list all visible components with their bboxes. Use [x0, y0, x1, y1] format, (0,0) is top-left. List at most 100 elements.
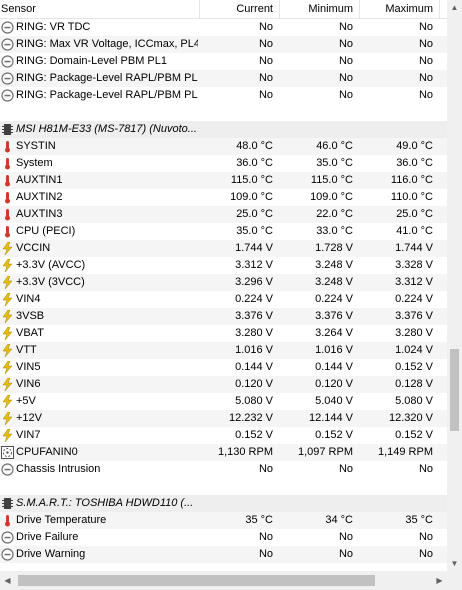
minimum-value: 22.0 °C: [316, 208, 353, 220]
sensor-row[interactable]: AUXTIN3 25.0 °C 22.0 °C 25.0 °C: [0, 206, 447, 223]
maximum-value: No: [418, 463, 433, 475]
horizontal-scrollbar[interactable]: ◀ ▶: [0, 571, 447, 590]
lightning-icon: [1, 292, 14, 307]
circle-minus-icon: [1, 531, 14, 544]
minimum-value: No: [338, 548, 353, 560]
sensor-row[interactable]: VCCIN 1.744 V 1.728 V 1.744 V: [0, 240, 447, 257]
sensor-row[interactable]: +5V 5.080 V 5.040 V 5.080 V: [0, 393, 447, 410]
maximum-value: 110.0 °C: [390, 191, 433, 203]
scroll-right-arrow-icon[interactable]: ▶: [432, 573, 447, 588]
fan-icon: [1, 446, 14, 459]
sensor-label: 3VSB: [16, 310, 45, 322]
lightning-icon: [1, 428, 14, 443]
sensor-row[interactable]: +3.3V (AVCC) 3.312 V 3.248 V 3.328 V: [0, 257, 447, 274]
sensor-label: CPUFANIN0: [16, 446, 78, 458]
header-current[interactable]: Current: [200, 0, 273, 18]
sensor-row[interactable]: Drive Failure No No No: [0, 529, 447, 546]
current-value: No: [258, 21, 273, 33]
sensor-row[interactable]: Drive Temperature 35 °C 34 °C 35 °C: [0, 512, 447, 529]
horizontal-scroll-thumb[interactable]: [18, 575, 375, 586]
vertical-scrollbar[interactable]: ▲ ▼: [447, 0, 462, 571]
maximum-value: 41.0 °C: [396, 225, 433, 237]
current-value: 3.280 V: [235, 327, 273, 339]
thermometer-icon: [1, 157, 14, 170]
sensor-label: AUXTIN1: [16, 174, 63, 186]
sensor-row[interactable]: AUXTIN1 115.0 °C 115.0 °C 116.0 °C: [0, 172, 447, 189]
sensor-row[interactable]: CPUFANIN0 1,130 RPM 1,097 RPM 1,149 RPM: [0, 444, 447, 461]
sensor-row[interactable]: VIN4 0.224 V 0.224 V 0.224 V: [0, 291, 447, 308]
sensor-row[interactable]: VIN7 0.152 V 0.152 V 0.152 V: [0, 427, 447, 444]
minimum-value: No: [338, 463, 353, 475]
sensor-row[interactable]: RING: VR TDC No No No: [0, 19, 447, 36]
sensor-row[interactable]: Drive Warning No No No: [0, 546, 447, 563]
header-minimum[interactable]: Minimum: [280, 0, 353, 18]
vertical-scroll-thumb[interactable]: [450, 349, 459, 431]
maximum-value: No: [418, 548, 433, 560]
sensor-label: RING: Max VR Voltage, ICCmax, PL4: [16, 38, 198, 50]
header-maximum[interactable]: Maximum: [360, 0, 433, 18]
sensor-row[interactable]: AUXTIN2 109.0 °C 109.0 °C 110.0 °C: [0, 189, 447, 206]
sensor-row[interactable]: RING: Domain-Level PBM PL1 No No No: [0, 53, 447, 70]
minimum-value: 34 °C: [325, 514, 353, 526]
sensor-label: System: [16, 157, 53, 169]
sensor-row[interactable]: VIN5 0.144 V 0.144 V 0.152 V: [0, 359, 447, 376]
sensor-label: VIN4: [16, 293, 41, 305]
current-value: 48.0 °C: [236, 140, 273, 152]
maximum-value: No: [418, 55, 433, 67]
sensor-row[interactable]: +3.3V (3VCC) 3.296 V 3.248 V 3.312 V: [0, 274, 447, 291]
sensor-row[interactable]: VTT 1.016 V 1.016 V 1.024 V: [0, 342, 447, 359]
sensor-label: +12V: [16, 412, 42, 424]
scroll-up-arrow-icon[interactable]: ▲: [447, 0, 462, 15]
maximum-value: 36.0 °C: [396, 157, 433, 169]
sensor-row[interactable]: VIN6 0.120 V 0.120 V 0.128 V: [0, 376, 447, 393]
sensor-label: VIN7: [16, 429, 41, 441]
column-header: Sensor Current Minimum Maximum: [0, 0, 447, 19]
maximum-value: 49.0 °C: [396, 140, 433, 152]
minimum-value: No: [338, 21, 353, 33]
current-value: 35.0 °C: [236, 225, 273, 237]
current-value: 12.232 V: [228, 412, 273, 424]
sensor-list[interactable]: RING: VR TDC No No No RING: Max VR Voltage, …: [0, 19, 447, 571]
sensor-group-header[interactable]: MSI H81M-E33 (MS-7817) (Nuvoto...: [0, 121, 447, 138]
current-value: No: [258, 531, 273, 543]
minimum-value: 46.0 °C: [316, 140, 353, 152]
sensor-row[interactable]: RING: Max VR Voltage, ICCmax, PL4 No No No: [0, 36, 447, 53]
scroll-left-arrow-icon[interactable]: ◀: [0, 573, 15, 588]
sensor-label: VCCIN: [16, 242, 51, 254]
scroll-down-arrow-icon[interactable]: ▼: [447, 556, 462, 571]
column-divider[interactable]: [439, 0, 440, 18]
circle-minus-icon: [1, 72, 14, 85]
minimum-value: 109.0 °C: [310, 191, 353, 203]
sensor-row[interactable]: VBAT 3.280 V 3.264 V 3.280 V: [0, 325, 447, 342]
current-value: 109.0 °C: [230, 191, 273, 203]
sensor-label: CPU (PECI): [16, 225, 76, 237]
sensor-row[interactable]: Chassis Intrusion No No No: [0, 461, 447, 478]
sensor-row[interactable]: 3VSB 3.376 V 3.376 V 3.376 V: [0, 308, 447, 325]
sensor-row[interactable]: RING: Package-Level RAPL/PBM PL... No No No: [0, 87, 447, 104]
current-value: No: [258, 38, 273, 50]
circle-minus-icon: [1, 548, 14, 561]
thermometer-icon: [1, 191, 14, 204]
minimum-value: 3.248 V: [315, 259, 353, 271]
minimum-value: No: [338, 531, 353, 543]
sensor-label: AUXTIN2: [16, 191, 63, 203]
sensor-row[interactable]: CPU (PECI) 35.0 °C 33.0 °C 41.0 °C: [0, 223, 447, 240]
minimum-value: 3.248 V: [315, 276, 353, 288]
spacer-row: [0, 478, 447, 495]
header-sensor[interactable]: Sensor: [1, 0, 36, 18]
sensor-group-header[interactable]: S.M.A.R.T.: TOSHIBA HDWD110 (...: [0, 495, 447, 512]
sensor-label: RING: Package-Level RAPL/PBM PL...: [16, 89, 198, 101]
minimum-value: No: [338, 55, 353, 67]
sensor-row[interactable]: +12V 12.232 V 12.144 V 12.320 V: [0, 410, 447, 427]
circle-minus-icon: [1, 55, 14, 68]
circle-minus-icon: [1, 21, 14, 34]
sensor-row[interactable]: RING: Package-Level RAPL/PBM PL1 No No No: [0, 70, 447, 87]
sensor-row[interactable]: System 36.0 °C 35.0 °C 36.0 °C: [0, 155, 447, 172]
maximum-value: 25.0 °C: [396, 208, 433, 220]
thermometer-icon: [1, 174, 14, 187]
thermometer-icon: [1, 514, 14, 527]
sensor-row[interactable]: SYSTIN 48.0 °C 46.0 °C 49.0 °C: [0, 138, 447, 155]
drive-icon: [1, 497, 14, 510]
circle-minus-icon: [1, 38, 14, 51]
current-value: 3.376 V: [235, 310, 273, 322]
